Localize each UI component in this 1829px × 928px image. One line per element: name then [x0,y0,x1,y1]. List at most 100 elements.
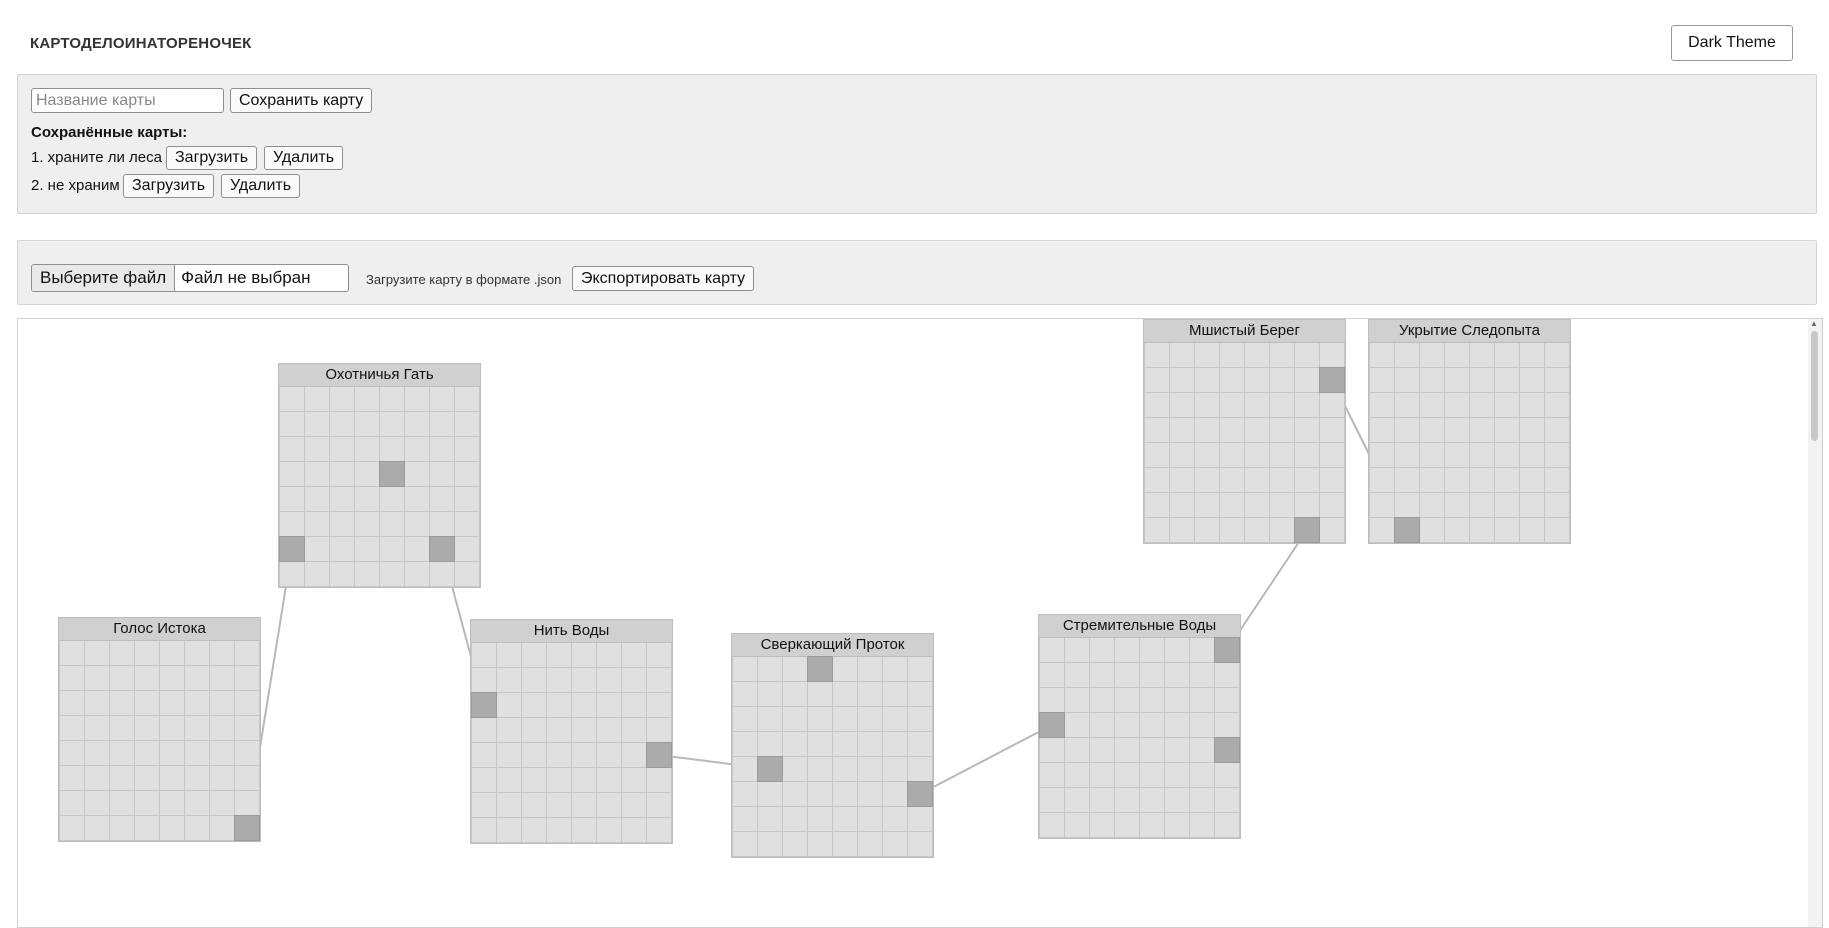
grid-cell[interactable] [1370,468,1394,492]
grid-cell[interactable] [430,387,454,411]
exit-cell[interactable] [1214,637,1240,663]
grid-cell[interactable] [280,462,304,486]
grid-cell[interactable] [85,666,109,690]
grid-cell[interactable] [380,487,404,511]
grid-cell[interactable] [1245,493,1269,517]
grid-cell[interactable] [135,816,159,840]
grid-cell[interactable] [1190,813,1214,837]
grid-cell[interactable] [758,732,782,756]
grid-cell[interactable] [330,487,354,511]
grid-cell[interactable] [135,716,159,740]
grid-cell[interactable] [330,562,354,586]
grid-cell[interactable] [1270,418,1294,442]
grid-cell[interactable] [1195,493,1219,517]
grid-cell[interactable] [1545,468,1569,492]
grid-cell[interactable] [235,741,259,765]
grid-cell[interactable] [1270,518,1294,542]
grid-cell[interactable] [1220,368,1244,392]
export-map-button[interactable]: Экспортировать карту [572,266,755,291]
grid-cell[interactable] [1470,368,1494,392]
scroll-thumb[interactable] [1811,331,1818,441]
grid-cell[interactable] [330,537,354,561]
room-card[interactable]: Стремительные Воды [1038,614,1241,839]
grid-cell[interactable] [758,832,782,856]
grid-cell[interactable] [1245,518,1269,542]
grid-cell[interactable] [405,512,429,536]
grid-cell[interactable] [1270,393,1294,417]
grid-cell[interactable] [160,766,184,790]
grid-cell[interactable] [1520,368,1544,392]
grid-cell[interactable] [1320,493,1344,517]
grid-cell[interactable] [572,718,596,742]
grid-cell[interactable] [1170,518,1194,542]
grid-cell[interactable] [758,657,782,681]
grid-cell[interactable] [858,732,882,756]
grid-cell[interactable] [908,657,932,681]
grid-cell[interactable] [1495,368,1519,392]
grid-cell[interactable] [1395,443,1419,467]
grid-cell[interactable] [1395,343,1419,367]
grid-cell[interactable] [883,757,907,781]
grid-cell[interactable] [455,487,479,511]
grid-cell[interactable] [1545,493,1569,517]
grid-cell[interactable] [1320,443,1344,467]
grid-cell[interactable] [733,807,757,831]
grid-cell[interactable] [883,782,907,806]
grid-cell[interactable] [597,718,621,742]
grid-cell[interactable] [355,512,379,536]
grid-cell[interactable] [210,766,234,790]
grid-cell[interactable] [572,818,596,842]
grid-cell[interactable] [622,693,646,717]
grid-cell[interactable] [1040,813,1064,837]
grid-cell[interactable] [833,757,857,781]
grid-cell[interactable] [1420,518,1444,542]
grid-cell[interactable] [160,816,184,840]
grid-cell[interactable] [1065,813,1089,837]
grid-cell[interactable] [305,512,329,536]
grid-cell[interactable] [833,732,857,756]
grid-cell[interactable] [522,818,546,842]
grid-cell[interactable] [883,832,907,856]
grid-cell[interactable] [1220,468,1244,492]
dark-theme-button[interactable]: Dark Theme [1671,25,1793,61]
exit-cell[interactable] [379,461,405,487]
grid-cell[interactable] [85,791,109,815]
grid-cell[interactable] [235,791,259,815]
grid-cell[interactable] [380,537,404,561]
grid-cell[interactable] [472,768,496,792]
grid-cell[interactable] [1195,368,1219,392]
grid-cell[interactable] [1040,638,1064,662]
grid-cell[interactable] [1495,468,1519,492]
grid-cell[interactable] [1445,418,1469,442]
grid-cell[interactable] [1145,493,1169,517]
room-card[interactable]: Мшистый Берег [1143,319,1346,544]
grid-cell[interactable] [1115,688,1139,712]
grid-cell[interactable] [1215,713,1239,737]
grid-cell[interactable] [1065,788,1089,812]
grid-cell[interactable] [1165,763,1189,787]
grid-cell[interactable] [1495,493,1519,517]
grid-cell[interactable] [85,691,109,715]
grid-cell[interactable] [597,693,621,717]
grid-cell[interactable] [808,682,832,706]
grid-cell[interactable] [405,562,429,586]
exit-cell[interactable] [471,692,497,718]
grid-cell[interactable] [733,782,757,806]
grid-cell[interactable] [1195,518,1219,542]
grid-cell[interactable] [1115,813,1139,837]
grid-cell[interactable] [783,782,807,806]
grid-cell[interactable] [355,562,379,586]
grid-cell[interactable] [355,537,379,561]
grid-cell[interactable] [330,412,354,436]
exit-cell[interactable] [279,536,305,562]
grid-cell[interactable] [160,741,184,765]
grid-cell[interactable] [1170,343,1194,367]
grid-cell[interactable] [1220,493,1244,517]
grid-cell[interactable] [883,732,907,756]
grid-cell[interactable] [1190,738,1214,762]
grid-cell[interactable] [572,643,596,667]
grid-cell[interactable] [522,718,546,742]
grid-cell[interactable] [185,641,209,665]
grid-cell[interactable] [280,437,304,461]
grid-cell[interactable] [758,807,782,831]
